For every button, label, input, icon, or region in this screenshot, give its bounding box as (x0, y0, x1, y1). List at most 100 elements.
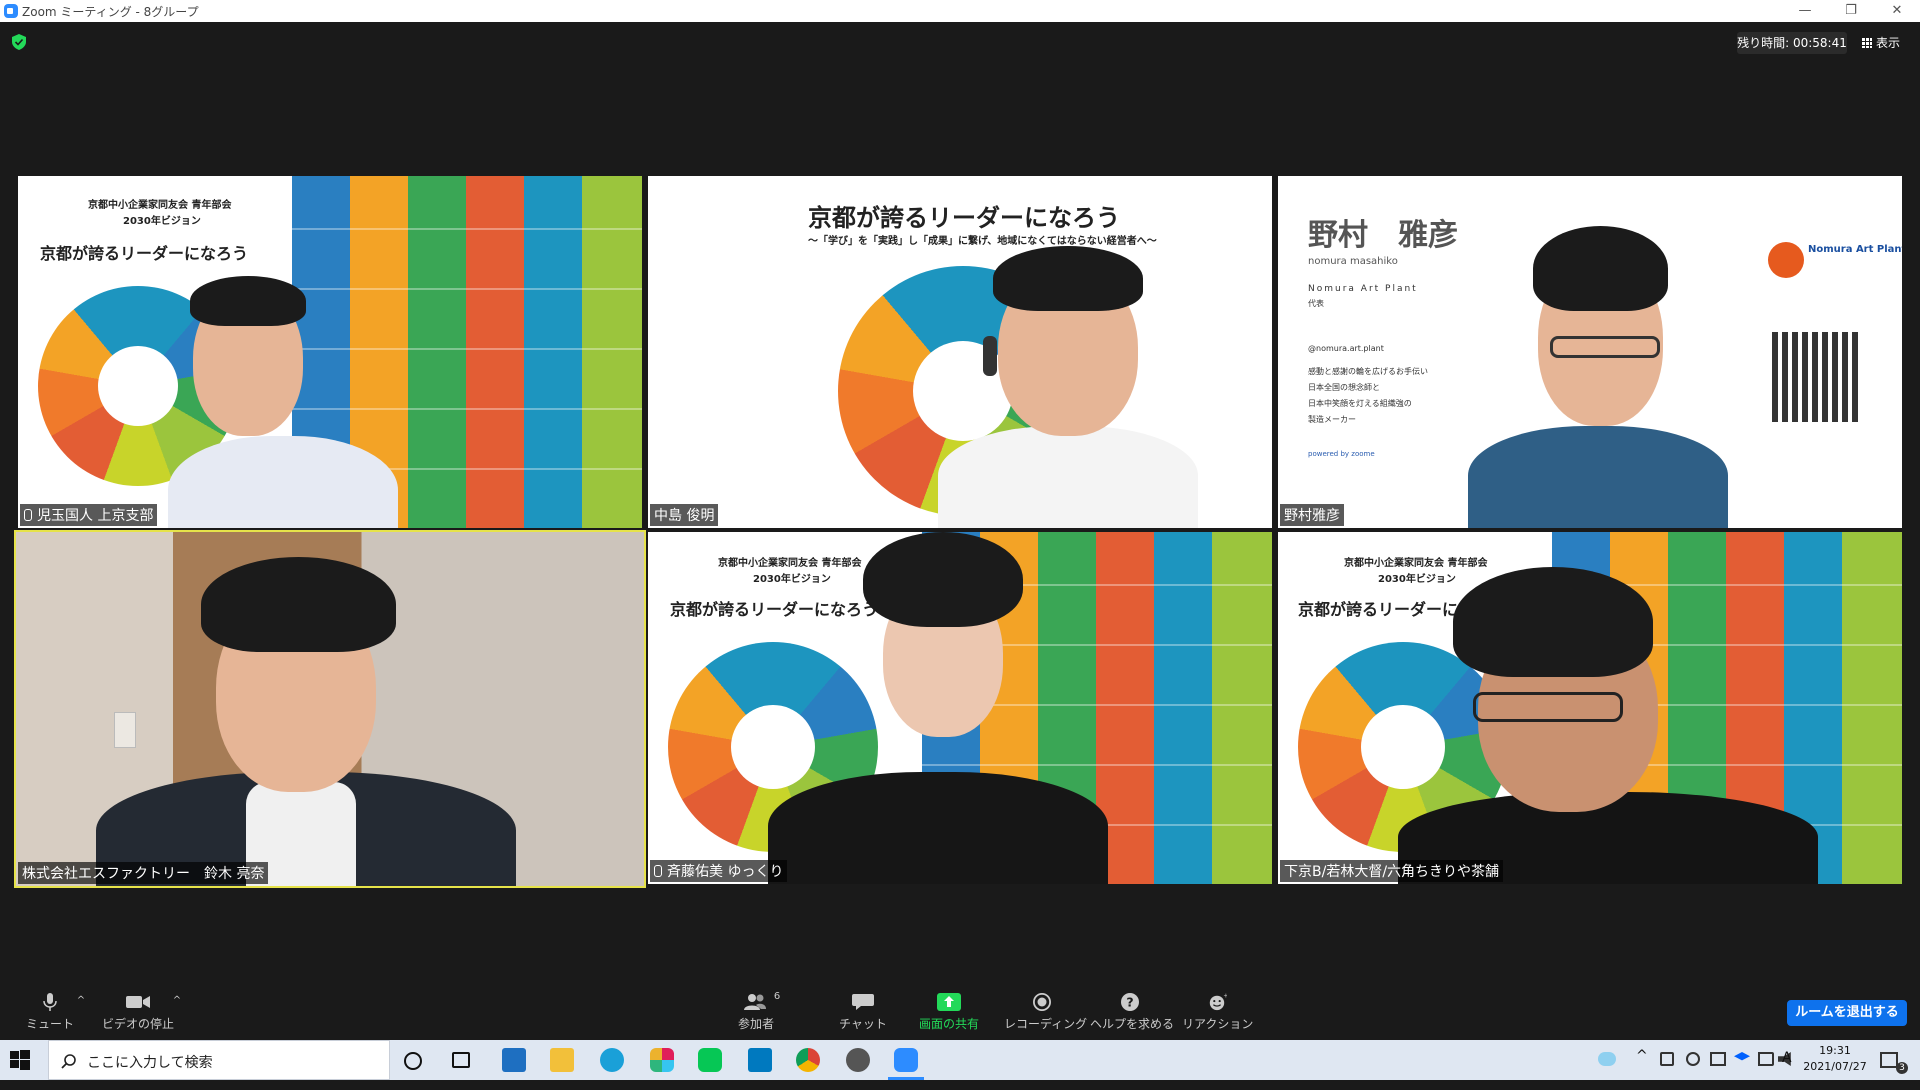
video-tile[interactable]: 京都中小企業家同友会 青年部会 2030年ビジョン 京都が誇るリーダーになろう … (648, 532, 1272, 884)
svg-text:?: ? (1126, 995, 1133, 1010)
record-icon (1033, 993, 1051, 1011)
notification-count-badge: 3 (1896, 1062, 1908, 1074)
person-body (768, 772, 1108, 884)
glasses-icon (1550, 336, 1660, 358)
share-screen-button[interactable]: 画面の共有 (914, 985, 984, 1040)
trello-icon[interactable] (748, 1048, 772, 1072)
display-icon[interactable] (1710, 1052, 1726, 1066)
slide-org-line2: 2030年ビジョン (123, 216, 201, 227)
person-hair (993, 246, 1143, 311)
bg-role: 代表 (1308, 299, 1324, 308)
participants-count: 6 (773, 991, 781, 1002)
ime-indicator[interactable]: A (1782, 1050, 1792, 1090)
search-placeholder: ここに入力して検索 (87, 1055, 213, 1071)
meeting-toolbar: ミュート ^ ビデオの停止 ^ 参加者 6 チャット 画面の共有 レコーディング… (0, 985, 1920, 1040)
bg-name: 野村 雅彦 (1308, 218, 1458, 253)
slide-org-line1: 京都中小企業家同友会 青年部会 (1344, 558, 1488, 569)
participant-name: 斉藤佑美 ゆっくり (650, 860, 788, 882)
network-icon[interactable] (1758, 1052, 1774, 1066)
windows-start-icon[interactable] (10, 1050, 30, 1070)
slide-subline: 〜「学び」を「実践」し「成果」に繋げ、地域になくてはならない経営者へ〜 (808, 236, 1157, 247)
bg-desc: 製造メーカー (1308, 415, 1356, 424)
slide-headline: 京都が誇るリーダーになろう (40, 244, 249, 263)
line-icon[interactable] (698, 1048, 722, 1072)
tray-chevron-icon[interactable]: ^ (1636, 1048, 1648, 1088)
clock-date: 2021/07/27 (1803, 1060, 1867, 1073)
title-bar: Zoom ミーティング - 8グループ — ❐ ✕ (0, 0, 1920, 22)
reactions-button[interactable]: + リアクション (1182, 985, 1253, 1040)
mic-muted-icon (24, 509, 32, 521)
bg-powered: powered by zoome (1308, 450, 1375, 458)
taskbar-search-box[interactable]: ここに入力して検索 (48, 1040, 390, 1080)
slide-org-line2: 2030年ビジョン (753, 574, 831, 585)
video-tile[interactable]: 京都中小企業家同友会 青年部会 2030年ビジョン 京都が誇るリーダーになろう … (18, 176, 642, 528)
person-hair (190, 276, 306, 326)
weather-icon[interactable] (1598, 1052, 1616, 1066)
taskbar-clock[interactable]: 19:31 2021/07/27 (1795, 1043, 1875, 1075)
zoom-logo-icon (4, 4, 18, 18)
share-screen-icon (937, 993, 961, 1011)
person-hair (863, 532, 1023, 627)
person-hair (1453, 567, 1653, 677)
mic-muted-icon (654, 865, 662, 877)
cortana-icon[interactable] (404, 1052, 422, 1070)
app-icon[interactable] (502, 1048, 526, 1072)
headset-icon (983, 336, 997, 376)
bg-desc: 日本全国の想念師と (1308, 383, 1380, 392)
stop-video-button[interactable]: ビデオの停止 (100, 985, 176, 1040)
encryption-shield-icon[interactable] (12, 34, 26, 50)
search-icon (61, 1054, 76, 1069)
wall-switch-icon (114, 712, 136, 748)
video-tile[interactable]: 京都中小企業家同友会 青年部会 2030年ビジョン 京都が誇るリーダーになろう … (1278, 532, 1902, 884)
person-body (168, 436, 398, 528)
leave-room-button[interactable]: ルームを退出する (1787, 1000, 1907, 1026)
restore-button[interactable]: ❐ (1828, 0, 1874, 22)
participant-name: 株式会社エスファクトリー 鈴木 亮奈 (18, 862, 269, 884)
windows-taskbar: ここに入力して検索 ^ A 19:31 2021/07/27 3 (0, 1040, 1920, 1080)
video-tile-active-speaker[interactable]: 株式会社エスファクトリー 鈴木 亮奈 (14, 530, 646, 888)
slide-headline: 京都が誇るリーダーになろう (808, 204, 1120, 232)
person-body (938, 426, 1198, 528)
ask-for-help-button[interactable]: ? ヘルプを求める (1090, 985, 1174, 1040)
view-label: 表示 (1876, 36, 1901, 50)
dropbox-icon[interactable] (1734, 1052, 1750, 1061)
slack-icon[interactable] (650, 1048, 674, 1072)
minimize-button[interactable]: — (1782, 0, 1828, 22)
settings-gear-icon[interactable] (846, 1048, 870, 1072)
record-button[interactable]: レコーディング (1004, 985, 1087, 1040)
video-tile[interactable]: 野村 雅彦 nomura masahiko Nomura Art Plant 代… (1278, 176, 1902, 528)
bg-desc: 日本中笑顔を灯える組織強の (1308, 399, 1412, 408)
qr-code-icon (1772, 332, 1862, 422)
participant-name: 野村雅彦 (1280, 504, 1344, 526)
slide-headline: 京都が誇るリーダーになろう (670, 600, 879, 619)
file-explorer-icon[interactable] (550, 1048, 574, 1072)
logo-mark-icon (1768, 242, 1804, 278)
tray-app-icon[interactable] (1686, 1052, 1700, 1066)
window-title: Zoom ミーティング - 8グループ (22, 5, 199, 19)
video-tile[interactable]: 京都が誇るリーダーになろう 〜「学び」を「実践」し「成果」に繋げ、地域になくては… (648, 176, 1272, 528)
tray-app-icon[interactable] (1660, 1052, 1674, 1066)
zoom-app-icon[interactable] (894, 1048, 918, 1072)
chat-button[interactable]: チャット (838, 985, 888, 1040)
remaining-time: 残り時間: 00:58:41 (1737, 32, 1847, 54)
edge-icon[interactable] (600, 1048, 624, 1072)
glasses-icon (1473, 692, 1623, 722)
chrome-icon[interactable] (796, 1048, 820, 1072)
participant-name: 下京B/若林大督/六角ちきりや茶舗 (1280, 860, 1504, 882)
view-button[interactable]: 表示 (1862, 32, 1900, 54)
close-button[interactable]: ✕ (1874, 0, 1920, 22)
bg-handle: @nomura.art.plant (1308, 344, 1384, 353)
clock-time: 19:31 (1819, 1044, 1851, 1057)
video-camera-icon (126, 996, 150, 1008)
bg-logo: Nomura Art Plant (1808, 244, 1902, 255)
chat-icon (852, 994, 874, 1010)
svg-text:+: + (1223, 993, 1227, 1000)
bg-desc: 感動と感謝の輪を広げるお手伝い (1308, 367, 1428, 376)
person-hair (201, 557, 396, 652)
bg-company: Nomura Art Plant (1308, 284, 1418, 294)
slide-org-line1: 京都中小企業家同友会 青年部会 (88, 200, 232, 211)
task-view-icon[interactable] (452, 1052, 470, 1068)
help-icon: ? (1121, 993, 1139, 1011)
person-body (1468, 426, 1728, 528)
mute-button[interactable]: ミュート (20, 985, 80, 1040)
